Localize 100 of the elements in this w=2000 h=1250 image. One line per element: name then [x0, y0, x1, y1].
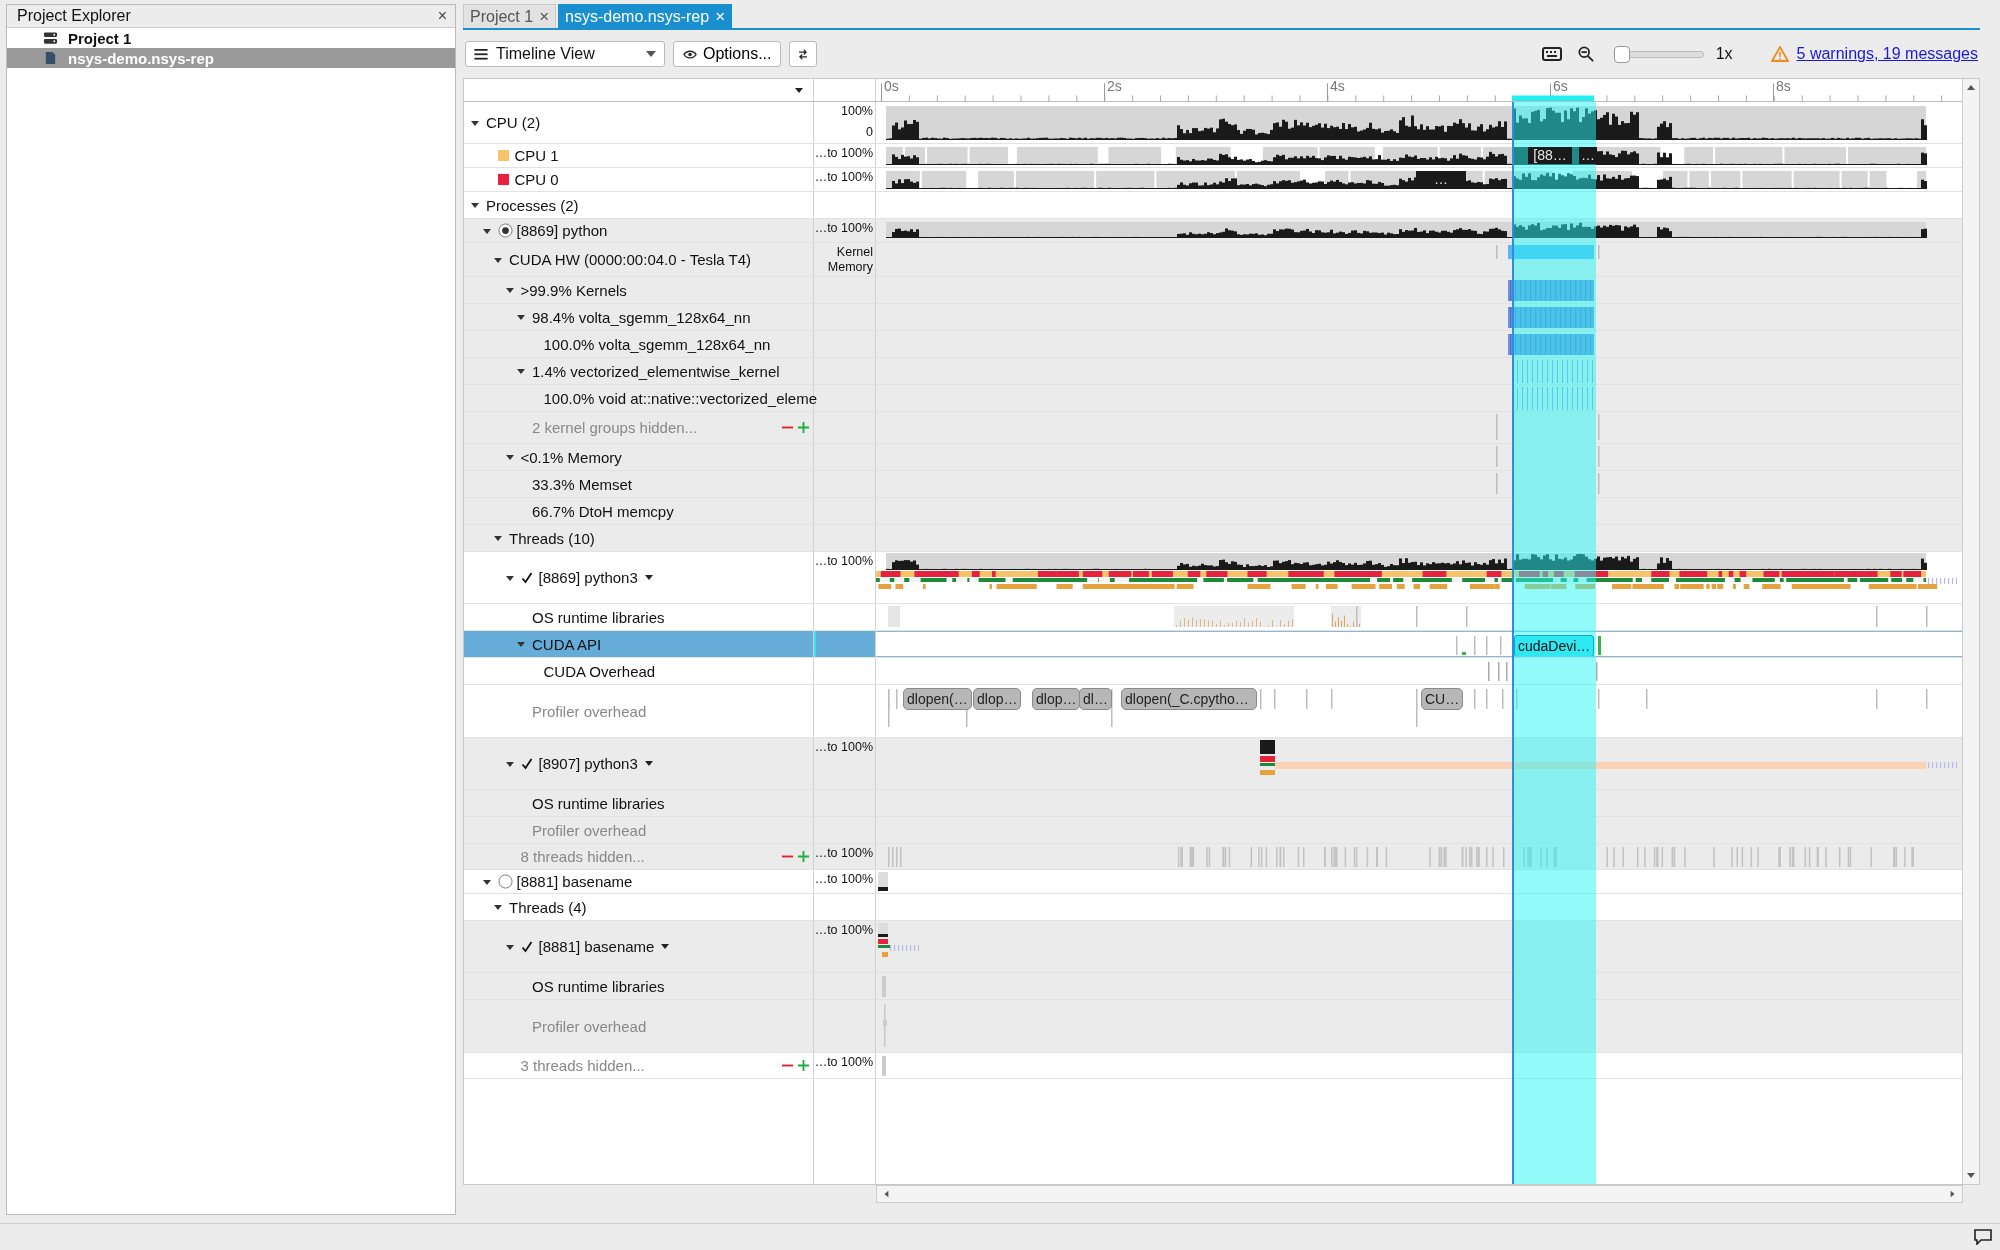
time-tick-label: 0s	[884, 79, 899, 94]
expand-arrow-icon[interactable]	[493, 902, 503, 912]
row-label: Profiler overhead	[532, 702, 647, 720]
expand-arrow-icon[interactable]	[504, 452, 515, 462]
time-tick-label: 8s	[1776, 79, 1791, 94]
scale-label: …to 100%	[814, 923, 873, 938]
expand-arrow-icon[interactable]	[516, 312, 526, 322]
row-label: 2 kernel groups hidden...	[532, 419, 698, 436]
close-button[interactable]: ×	[437, 7, 447, 25]
view-dropdown[interactable]: Timeline View	[465, 41, 665, 67]
row-label: 66.7% DtoH memcpy	[532, 502, 674, 520]
document-tab[interactable]: Project 1 ×	[463, 4, 557, 28]
overhead-range[interactable]: CU…	[1421, 688, 1464, 710]
caret-icon[interactable]	[661, 944, 670, 949]
overhead-range[interactable]: dlop…	[1032, 688, 1081, 710]
timeline-row[interactable]: OS runtime libraries	[464, 604, 814, 630]
horizontal-scrollbar[interactable]	[876, 1185, 1963, 1203]
time-ruler[interactable]: 0s 2s 4s 6s 8s	[876, 79, 1963, 101]
overhead-range[interactable]: dl…	[1079, 688, 1112, 710]
timeline-row[interactable]: [8869] python3	[464, 552, 814, 603]
timeline-row[interactable]: [8881] basename	[464, 870, 814, 893]
timeline-row[interactable]: 3 threads hidden...	[464, 1053, 814, 1078]
row-label: CUDA API	[532, 635, 602, 653]
row-label: CPU 1	[514, 147, 559, 164]
row-label: CPU 0	[514, 171, 559, 188]
expand-arrow-icon[interactable]	[493, 533, 503, 543]
plus-icon[interactable]	[797, 1059, 810, 1072]
radio-button[interactable]	[497, 223, 513, 238]
row-label: <0.1% Memory	[520, 448, 622, 466]
timeline-row[interactable]: CUDA HW (0000:00:04.0 - Tesla T4)	[464, 243, 814, 276]
timeline-row[interactable]: [8881] basename	[464, 921, 814, 972]
timeline-row[interactable]: CPU 1	[464, 144, 814, 167]
chat-bubble-icon[interactable]	[1974, 1229, 1992, 1245]
expand-arrow-icon[interactable]	[504, 285, 515, 295]
checkmark-icon[interactable]	[520, 940, 533, 953]
thread-label[interactable]: …	[1416, 171, 1466, 188]
row-label: 98.4% volta_sgemm_128x64_nn	[532, 308, 751, 326]
scale-label: …to 100%	[814, 146, 873, 161]
zoom-out-icon[interactable]	[1575, 46, 1596, 62]
row-label: 1.4% vectorized_elementwise_kernel	[532, 362, 780, 380]
scale-label: …to 100%	[814, 872, 873, 887]
timeline-row[interactable]: Processes (2)	[464, 192, 814, 218]
caret-icon	[646, 51, 656, 57]
thread-label[interactable]: …	[1579, 147, 1597, 164]
vertical-scrollbar[interactable]	[1962, 79, 1979, 1184]
keyboard-icon[interactable]	[1541, 46, 1562, 62]
expand-arrow-icon[interactable]	[470, 200, 480, 210]
document-tab[interactable]: nsys-demo.nsys-rep ×	[558, 4, 733, 28]
timeline-row[interactable]: CPU (2)	[464, 102, 814, 143]
row-label: Threads (4)	[509, 898, 587, 916]
server-icon	[43, 31, 58, 45]
row-label: CUDA HW (0000:00:04.0 - Tesla T4)	[509, 251, 752, 268]
timeline-row[interactable]: CPU 0	[464, 168, 814, 191]
thread-label[interactable]: [88…	[1528, 147, 1572, 164]
expand-arrow-icon[interactable]	[516, 639, 526, 649]
close-tab-button[interactable]: ×	[539, 6, 550, 27]
scale-label: …to 100%	[814, 221, 873, 236]
row-label: Profiler overhead	[532, 1017, 647, 1035]
row-label: [8907] python3	[538, 755, 638, 772]
timeline-row[interactable]: Threads (4)	[464, 894, 814, 920]
row-label: 3 threads hidden...	[520, 1057, 645, 1074]
row-label: [8881] basename	[516, 873, 633, 890]
scale-label: 100%	[841, 104, 873, 119]
row-label: Processes (2)	[486, 196, 579, 214]
warnings-link[interactable]: 5 warnings, 19 messages	[1796, 45, 1978, 63]
row-label: 8 threads hidden...	[520, 848, 645, 865]
overhead-range[interactable]: dlopen(…	[903, 688, 972, 710]
row-label: Threads (10)	[509, 529, 595, 547]
row-label: CPU (2)	[486, 114, 541, 131]
row-label: [8869] python	[516, 222, 608, 239]
scale-label: …to 100%	[814, 740, 873, 755]
profiler-overhead-drawing	[883, 1004, 887, 1047]
timeline-row[interactable]: CUDA Overhead	[464, 658, 814, 684]
radio-button[interactable]	[497, 874, 513, 889]
scale-label: …to 100%	[814, 554, 873, 569]
checkmark-icon[interactable]	[520, 571, 533, 584]
caret-icon[interactable]	[795, 87, 803, 93]
api-call-range[interactable]: cudaDevi…	[1514, 635, 1595, 656]
timeline-row[interactable]: Profiler overhead	[464, 685, 814, 737]
scale-label: …to 100%	[814, 1055, 873, 1070]
row-label: Profiler overhead	[532, 821, 647, 839]
caret-icon[interactable]	[644, 761, 653, 766]
overhead-range[interactable]: dlop…	[973, 688, 1022, 710]
swap-button[interactable]	[789, 41, 818, 67]
menu-icon	[474, 48, 488, 60]
options-button[interactable]: Options...	[673, 41, 782, 67]
expand-arrow-icon[interactable]	[516, 366, 526, 376]
caret-icon[interactable]	[644, 575, 653, 580]
row-label: OS runtime libraries	[532, 608, 665, 626]
timeline-row[interactable]: [8869] python	[464, 219, 814, 242]
scroll-down-arrow-icon[interactable]	[1966, 1172, 1976, 1180]
row-label: OS runtime libraries	[532, 794, 665, 812]
overhead-range[interactable]: dlopen(_C.cpytho…	[1121, 688, 1257, 710]
project-tree-item[interactable]: Project 1	[7, 28, 455, 48]
timeline-row[interactable]: CUDA API	[464, 631, 814, 657]
file-icon	[43, 51, 58, 65]
close-tab-button[interactable]: ×	[715, 6, 726, 27]
scroll-up-arrow-icon[interactable]	[1966, 83, 1976, 91]
timeline-row[interactable]: [8907] python3	[464, 738, 814, 789]
checkmark-icon[interactable]	[520, 757, 533, 770]
